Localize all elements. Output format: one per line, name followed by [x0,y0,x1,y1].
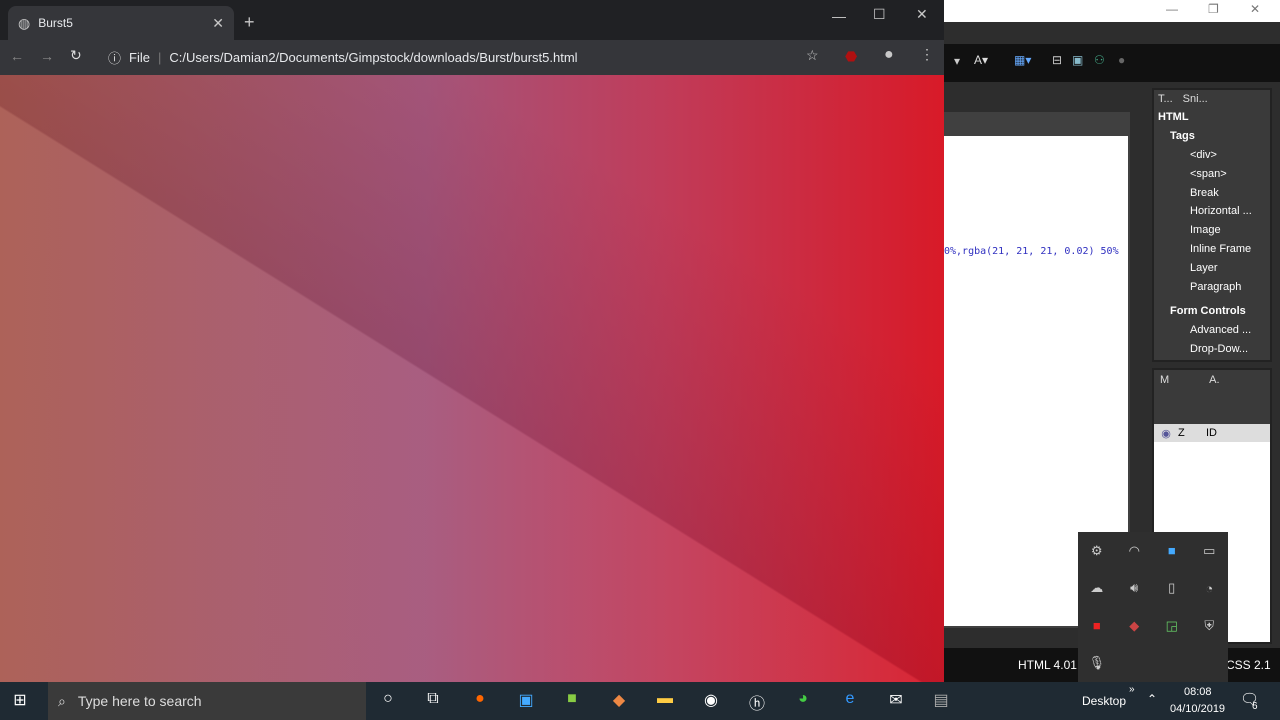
firefox-icon[interactable]: ● [468,690,492,712]
tree-form-controls[interactable]: Form Controls [1158,302,1270,321]
mail-icon[interactable]: ✉ [884,690,908,712]
back-icon[interactable]: ← [10,48,24,64]
usb-icon[interactable]: ▯ [1153,580,1191,596]
screen-icon[interactable]: ◲ [1153,618,1191,634]
tab-title: Burst5 [38,16,73,30]
tab-m[interactable]: M [1160,374,1169,386]
desktop-toolbar[interactable]: Desktop [1082,694,1126,708]
font-icon[interactable]: A▾ [974,53,988,67]
app-icon[interactable]: ■ [1153,543,1191,558]
chevron-right-icon[interactable]: » [1129,684,1135,695]
doctype-label[interactable]: HTML 4.01 T [1018,658,1087,672]
url-text: C:/Users/Damian2/Documents/Gimpstock/dow… [169,50,578,65]
search-box[interactable]: ⌕ Type here to search [48,682,366,720]
maximize-icon[interactable]: ☐ [873,6,886,23]
code-line: 0%,rgba(21, 21, 21, 0.02) 50% [944,246,1119,257]
editor-title-bar: — ❐ ✕ [944,0,1280,22]
chrome-icon[interactable]: ◕ [791,690,815,712]
speaker-icon[interactable]: 🔊︎ [1116,580,1154,596]
store-icon[interactable]: ▣ [514,690,538,712]
app-icon[interactable]: ◆ [607,690,631,712]
address-bar[interactable]: ⓘ File | C:/Users/Damian2/Documents/Gimp… [108,44,808,71]
link-icon[interactable]: ⚇ [1094,53,1105,67]
form-dropdown[interactable]: Drop-Dow... [1158,340,1270,359]
restore-icon[interactable]: ❐ [1208,2,1219,16]
title-bar: ◍ Burst5 ✕ + — ☐ ✕ [0,0,944,40]
search-placeholder: Type here to search [77,693,202,709]
css-label[interactable]: CSS 2.1 [1226,658,1271,672]
taskbar: ⊞ ⌕ Type here to search ○ ⧉ ● ▣ ■ ◆ ▬ ◉ … [0,682,1280,720]
tag-div[interactable]: <div> [1158,146,1270,165]
column-z[interactable]: Z [1178,427,1206,439]
file-explorer-icon[interactable]: ▬ [653,690,677,712]
microphone-icon[interactable]: 🎙︎ [1078,655,1116,671]
info-icon: ⓘ [108,51,122,66]
tags-panel: T... Sni... HTML Tags <div> <span> Break… [1152,88,1272,362]
notification-count: 6 [1252,701,1258,712]
minimize-icon[interactable]: — [1166,2,1178,16]
tag-span[interactable]: <span> [1158,164,1270,183]
dropdown-icon[interactable]: ▾ [954,54,960,68]
tag-break[interactable]: Break [1158,183,1270,202]
globe-icon: ◍ [18,14,31,31]
tree-tags[interactable]: Tags [1158,127,1270,146]
edge-icon[interactable]: e [838,690,862,712]
tray-overflow-popup: ⚙ ◠ ■ ▭ ☁ 🔊︎ ▯ ◔ ■ ◆ ◲ ⛨ 🎙︎ [1078,532,1228,682]
clock-date[interactable]: 04/10/2019 [1170,703,1225,715]
tag-horizontal[interactable]: Horizontal ... [1158,202,1270,221]
timer-icon[interactable]: ◔ [1191,581,1229,596]
gear-icon[interactable]: ⚙ [1078,543,1116,559]
menu-icon[interactable]: ⋮ [920,46,934,63]
wifi-icon[interactable]: ◠ [1116,543,1154,559]
tree-html[interactable]: HTML [1158,108,1270,127]
tag-paragraph[interactable]: Paragraph [1158,277,1270,296]
cortana-icon[interactable]: ○ [376,690,400,712]
app-icon[interactable]: ▤ [929,690,953,712]
shield-icon[interactable]: ⛨ [1191,618,1229,634]
tab-tags[interactable]: T... [1158,93,1173,105]
antivirus-icon[interactable]: ■ [1078,618,1116,633]
circle-icon[interactable]: ● [1118,53,1125,67]
account-icon[interactable]: ● [884,46,894,64]
extension-icon[interactable]: ⬣ [845,48,857,65]
app-icon[interactable]: ■ [560,690,584,712]
toolbar: ← → ↻ ⓘ File | C:/Users/Damian2/Document… [0,40,944,75]
windows-start-icon[interactable]: ⊞ [8,690,32,712]
chevron-up-icon[interactable]: ⌃ [1147,692,1157,706]
image-icon[interactable]: ▣ [1072,53,1083,67]
star-icon[interactable]: ☆ [806,47,819,64]
table-icon[interactable]: ▦▾ [1014,53,1031,67]
tag-inline-frame[interactable]: Inline Frame [1158,240,1270,259]
hp-icon[interactable]: ⓗ [745,690,769,713]
form-icon[interactable]: ⊟ [1052,53,1062,67]
eye-icon: ◉ [1161,427,1171,440]
reload-icon[interactable]: ↻ [70,47,82,64]
battery-icon[interactable]: ▭ [1191,543,1229,559]
new-tab-icon[interactable]: + [244,12,255,33]
tab-a[interactable]: A. [1209,374,1219,386]
editor-toolbar: ▾ A▾ ▦▾ ⊟ ▣ ⚇ ● [944,44,1280,82]
tag-layer[interactable]: Layer [1158,258,1270,277]
cloud-off-icon[interactable]: ☁ [1078,580,1116,596]
tag-image[interactable]: Image [1158,221,1270,240]
file-label: File [129,50,150,65]
forward-icon[interactable]: → [40,48,54,64]
gradient-overlay [0,75,944,682]
close-window-icon[interactable]: ✕ [916,6,928,23]
search-icon: ⌕ [58,692,66,709]
app-icon[interactable]: ◉ [699,690,723,712]
page-content [0,75,944,682]
tab-snippets[interactable]: Sni... [1183,93,1208,105]
form-advanced[interactable]: Advanced ... [1158,321,1270,340]
task-view-icon[interactable]: ⧉ [421,690,445,712]
eye-app-icon[interactable]: ◆ [1116,618,1154,634]
close-tab-icon[interactable]: ✕ [212,15,224,32]
clock-time[interactable]: 08:08 [1184,686,1212,698]
tab-burst5[interactable]: ◍ Burst5 ✕ [8,6,234,40]
column-id[interactable]: ID [1206,427,1217,439]
close-icon[interactable]: ✕ [1250,2,1260,16]
browser-window: ◍ Burst5 ✕ + — ☐ ✕ ← → ↻ ⓘ File | C:/Use… [0,0,944,682]
minimize-icon[interactable]: — [832,8,846,24]
